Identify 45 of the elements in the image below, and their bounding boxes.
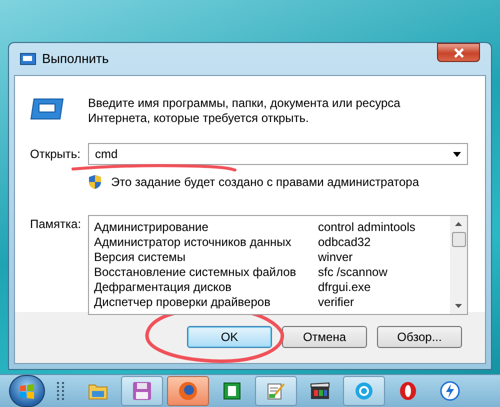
grip-dots-icon <box>57 381 65 401</box>
memo-name-cell-text: Версия системы <box>94 248 186 266</box>
open-label: Открыть: <box>30 146 82 163</box>
close-icon <box>452 48 464 58</box>
window-app-icon <box>20 53 36 65</box>
memo-name-cell-text: Дефрагментация дисков <box>94 278 233 296</box>
taskbar-item[interactable] <box>167 376 209 406</box>
memo-command-cell-text: winver <box>318 248 353 266</box>
memo-command-cell-text: odbcad32 <box>318 234 371 250</box>
notepad-icon <box>266 381 286 401</box>
memo-command-cell-text: dfrgui.exe <box>318 278 371 296</box>
memo-name-cell-text: Диспетчер проверки драйверов <box>94 294 272 310</box>
ring-icon <box>399 381 417 401</box>
window-title: Выполнить <box>42 50 109 68</box>
clapperboard-icon <box>310 382 330 400</box>
lightning-icon <box>440 381 460 401</box>
globe-icon <box>178 381 198 401</box>
memo-name-cell-text: Восстановление системных файлов <box>94 264 298 280</box>
start-button[interactable] <box>9 375 45 407</box>
dropdown-caret-icon[interactable] <box>453 152 461 156</box>
memo-name-cell-text: Администрирование <box>94 218 210 236</box>
letter-tile-icon <box>223 382 241 400</box>
description-text: Введите имя программы, папки, документа или ресурса Интернета, которые требуется открыть. <box>88 96 400 126</box>
close-button[interactable] <box>437 43 480 62</box>
open-combo-field[interactable]: cmd <box>88 143 468 165</box>
folder-icon <box>88 382 108 400</box>
open-value: cmd <box>95 146 118 163</box>
dialog-button[interactable]: OK <box>187 326 272 348</box>
scroll-down-icon[interactable] <box>455 304 462 308</box>
memo-command-cell-text: control admintools <box>318 218 416 236</box>
memo-name-cell-text: Администратор источников данных <box>94 234 292 250</box>
four-color-flag-icon <box>19 384 35 398</box>
run-window-icon <box>30 98 64 120</box>
taskbar-item[interactable] <box>255 376 297 406</box>
chat-bubble-icon <box>354 381 374 401</box>
dialog-button[interactable]: Обзор... <box>377 326 462 348</box>
scrollbar-thumb[interactable] <box>452 232 466 247</box>
memo-command-cell-text: sfc /scannow <box>318 264 388 280</box>
scroll-up-icon[interactable] <box>455 222 462 226</box>
admin-note: Это задание будет создано с правами администратора <box>111 174 420 191</box>
dialog-button[interactable]: Отмена <box>282 326 367 348</box>
shield-icon <box>89 175 101 189</box>
vertical-scrollbar[interactable] <box>450 216 467 314</box>
memo-label: Памятка: <box>30 216 82 233</box>
memo-command-cell-text: verifier <box>318 294 354 310</box>
